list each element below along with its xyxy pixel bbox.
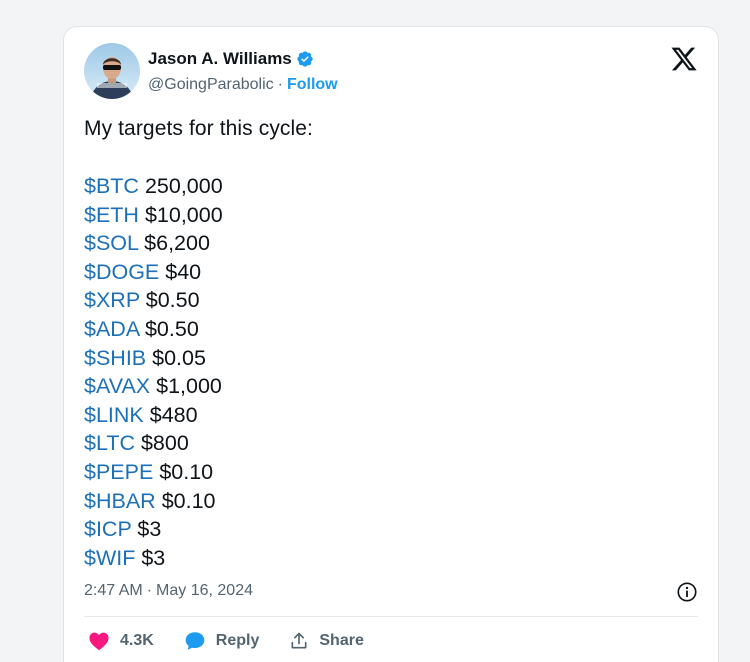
- target-price: $3: [141, 545, 166, 570]
- follow-button[interactable]: Follow: [287, 76, 338, 94]
- target-item: $ICP $3: [84, 515, 223, 544]
- cashtag-link[interactable]: $XRP: [84, 288, 140, 312]
- target-item: $XRP $0.50: [84, 286, 223, 315]
- cashtag-link[interactable]: $SOL: [84, 231, 138, 255]
- target-price: 250,000: [144, 174, 223, 198]
- target-item: $HBAR $0.10: [84, 487, 223, 516]
- cashtag-link[interactable]: $AVAX: [84, 374, 150, 398]
- target-price: $0.50: [144, 316, 199, 341]
- x-logo-icon[interactable]: [670, 45, 698, 73]
- tweet-date: May 16, 2024: [156, 582, 253, 599]
- date-separator: ·: [146, 582, 153, 599]
- name-row: Jason A. Williams: [148, 47, 338, 71]
- target-price: $0.05: [152, 345, 206, 370]
- target-item: $PEPE $0.10: [84, 458, 223, 487]
- share-arrow-icon: [291, 632, 307, 649]
- cashtag-link[interactable]: $HBAR: [84, 489, 156, 513]
- cashtag-link[interactable]: $LINK: [84, 403, 144, 427]
- target-price: $3: [137, 517, 162, 542]
- target-price: $0.10: [159, 459, 214, 484]
- target-item: $AVAX $1,000: [84, 372, 223, 401]
- target-price: $0.10: [161, 488, 216, 513]
- cashtag-link[interactable]: $ADA: [84, 317, 139, 341]
- handle-row: @GoingParabolic · Follow: [148, 73, 338, 97]
- target-price: $1,000: [156, 374, 222, 399]
- display-name[interactable]: Jason A. Williams: [148, 49, 292, 69]
- cashtag-link[interactable]: $SHIB: [84, 346, 146, 370]
- cashtag-link[interactable]: $LTC: [84, 431, 135, 455]
- tweet-card: Jason A. Williams @GoingParabolic · Foll…: [63, 26, 719, 662]
- heart-icon: [89, 632, 109, 651]
- cashtag-link[interactable]: $BTC: [84, 174, 139, 198]
- cashtag-link[interactable]: $DOGE: [84, 260, 159, 284]
- target-item: $WIF $3: [84, 544, 223, 573]
- target-item: $LINK $480: [84, 401, 223, 430]
- share-button[interactable]: Share: [289, 630, 364, 652]
- verified-badge-icon: [296, 50, 314, 68]
- timestamp[interactable]: 2:47 AM · May 16, 2024: [84, 582, 253, 600]
- divider: [84, 616, 698, 617]
- cashtag-link[interactable]: $ICP: [84, 517, 131, 541]
- speech-bubble-icon: [185, 632, 205, 650]
- share-label: Share: [319, 632, 364, 649]
- reply-label: Reply: [215, 632, 260, 649]
- target-list: $BTC 250,000 $ETH $10,000 $SOL $6,200 $D…: [84, 172, 223, 572]
- cashtag-link[interactable]: $ETH: [84, 203, 139, 227]
- tweet-time: 2:47 AM: [84, 582, 143, 599]
- reply-button[interactable]: Reply: [184, 630, 260, 652]
- like-count: 4.3K: [120, 632, 154, 649]
- target-item: $DOGE $40: [84, 258, 223, 287]
- tweet-intro-text: My targets for this cycle:: [84, 117, 313, 140]
- target-price: $6,200: [144, 231, 210, 256]
- handle[interactable]: @GoingParabolic: [148, 76, 274, 94]
- target-price: $800: [140, 431, 189, 456]
- handle-separator: ·: [277, 76, 283, 93]
- avatar[interactable]: [84, 43, 140, 99]
- target-price: $480: [149, 402, 198, 427]
- target-item: $BTC 250,000: [84, 172, 223, 201]
- target-price: $40: [165, 259, 202, 284]
- cashtag-link[interactable]: $WIF: [84, 546, 135, 570]
- info-icon[interactable]: [676, 581, 698, 603]
- target-item: $LTC $800: [84, 429, 223, 458]
- author-block: Jason A. Williams @GoingParabolic · Foll…: [148, 47, 338, 97]
- target-price: $0.50: [145, 288, 200, 313]
- target-item: $SOL $6,200: [84, 229, 223, 258]
- cashtag-link[interactable]: $PEPE: [84, 460, 153, 484]
- page: Jason A. Williams @GoingParabolic · Foll…: [0, 0, 750, 662]
- like-button[interactable]: 4.3K: [88, 631, 154, 651]
- target-item: $SHIB $0.05: [84, 344, 223, 373]
- target-price: $10,000: [144, 202, 223, 227]
- target-item: $ADA $0.50: [84, 315, 223, 344]
- action-bar: 4.3K Reply Share: [88, 630, 394, 652]
- target-item: $ETH $10,000: [84, 201, 223, 230]
